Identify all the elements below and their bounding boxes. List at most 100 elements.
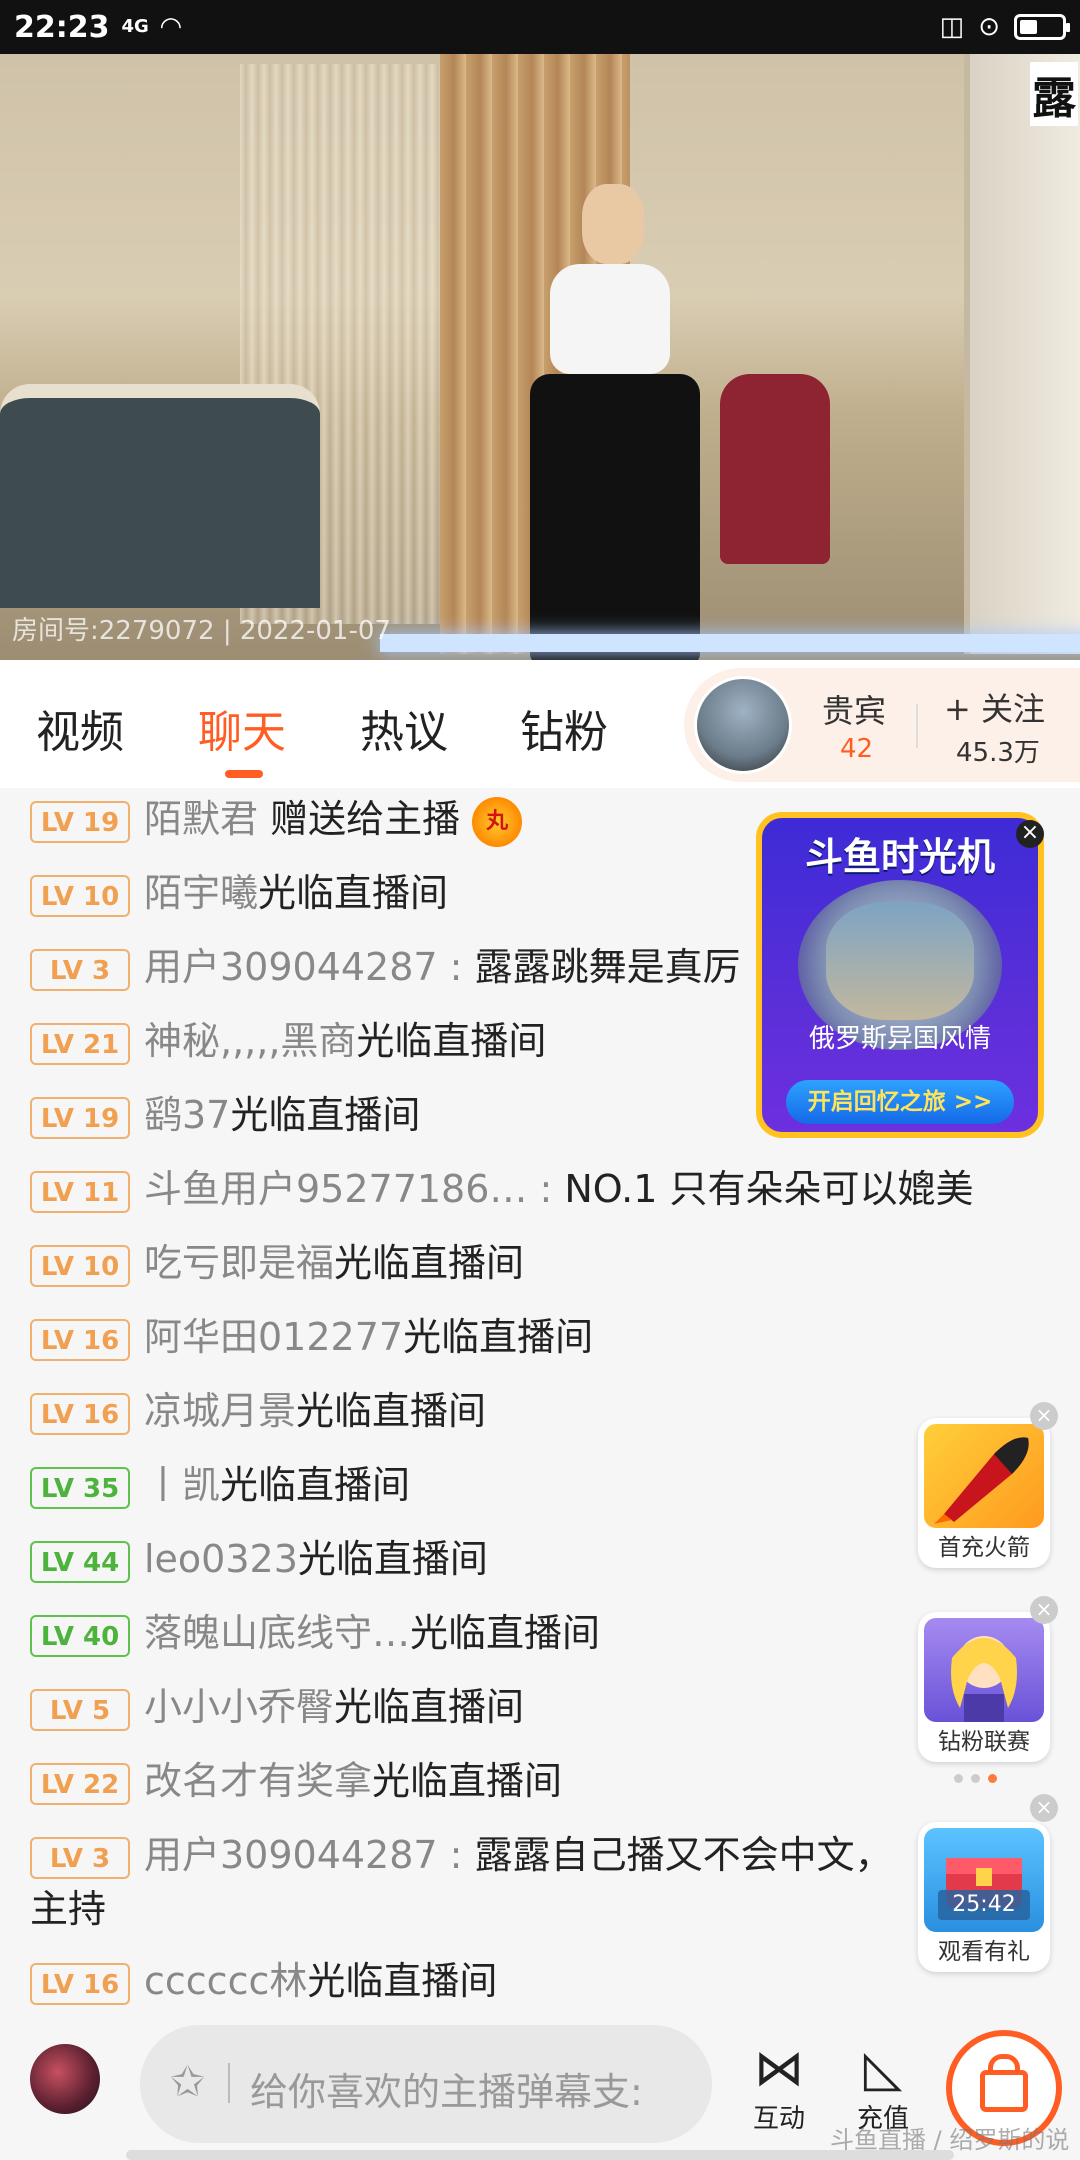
chat-message[interactable]: LV 5 小小小乔臀光临直播间	[30, 1676, 524, 1731]
carousel-dots	[954, 1774, 997, 1783]
chat-text: 光临直播间	[334, 1241, 525, 1285]
chat-username[interactable]: 阿华田012277	[144, 1315, 403, 1359]
level-badge: LV 16	[30, 1318, 130, 1361]
video-player[interactable]: 露 房间号:2279072 | 2022-01-07	[0, 54, 1080, 660]
streamer-figure	[520, 184, 700, 660]
side-item-first-charge-rocket[interactable]: 首充火箭	[918, 1418, 1050, 1568]
scene-floor-light	[380, 634, 1080, 652]
chat-username[interactable]: 用户309044287 :	[144, 945, 462, 989]
chat-message[interactable]: LV 21 神秘,,,,,黑商光临直播间	[30, 1010, 546, 1065]
chat-message[interactable]: LV 16 阿华田012277光临直播间	[30, 1306, 593, 1361]
chat-username[interactable]: 陌默君	[144, 797, 258, 841]
vip-label[interactable]: 贵宾	[822, 686, 886, 732]
chat-username[interactable]: 陌宇曦	[144, 871, 258, 915]
battery-icon	[1014, 14, 1070, 40]
chat-message[interactable]: LV 10 陌宇曦光临直播间	[30, 862, 448, 917]
chat-text: NO.1 只有朵朵可以媲美	[552, 1167, 974, 1211]
charge-icon: ◺	[863, 2039, 903, 2097]
chat-message[interactable]: LV 35 丨凯光临直播间	[30, 1454, 410, 1509]
chat-message[interactable]: LV 22 改名才有奖拿光临直播间	[30, 1750, 562, 1805]
time-machine-ad[interactable]: 斗鱼时光机 俄罗斯异国风情 开启回忆之旅 >>	[756, 812, 1044, 1138]
close-icon[interactable]: ×	[1030, 1596, 1058, 1624]
chat-username[interactable]: cccccc林	[144, 1959, 307, 2003]
level-badge: LV 44	[30, 1540, 130, 1583]
chat-text: 光临直播间	[258, 871, 449, 915]
chat-username[interactable]: 小小小乔臀	[144, 1685, 334, 1729]
scene-chair	[720, 374, 830, 564]
follow-button[interactable]: + 关注	[944, 684, 1045, 730]
level-badge: LV 3	[30, 948, 130, 991]
danmaku-input[interactable]: ✩ 给你喜欢的主播弹幕支:	[140, 2025, 712, 2143]
interact-label: 互动	[752, 2104, 805, 2134]
tab-discussion[interactable]: 热议	[360, 696, 448, 760]
chat-username[interactable]: 凉城月景	[144, 1389, 296, 1433]
chat-message[interactable]: LV 16 cccccc林光临直播间	[30, 1950, 497, 2005]
host-card: 贵宾 42 + 关注 45.3万	[684, 668, 1080, 782]
tab-chat[interactable]: 聊天	[198, 696, 286, 760]
level-badge: LV 16	[30, 1392, 130, 1435]
scene-arch	[964, 54, 1080, 654]
chat-message[interactable]: LV 11 斗鱼用户95277186… : NO.1 只有朵朵可以媲美	[30, 1158, 974, 1213]
chat-message[interactable]: LV 16 凉城月景光临直播间	[30, 1380, 486, 1435]
chat-username[interactable]: 改名才有奖拿	[144, 1759, 372, 1803]
chat-text: 光临直播间	[334, 1685, 525, 1729]
chat-message[interactable]: LV 19 陌默君 赠送给主播丸	[30, 790, 523, 847]
tab-diamond-fans[interactable]: 钻粉	[520, 696, 608, 760]
chat-text: 光临直播间	[410, 1611, 601, 1655]
chat-text: 露露自己播又不会中文，	[462, 1833, 893, 1877]
chat-message[interactable]: LV 3 用户309044287 : 露露自己播又不会中文，	[30, 1824, 893, 1879]
level-badge: LV 21	[30, 1022, 130, 1065]
chat-username[interactable]: 神秘,,,,,黑商	[144, 1019, 356, 1063]
chat-username[interactable]: 落魄山底线守…	[144, 1611, 410, 1655]
chat-text: 赠送给主播	[258, 797, 461, 841]
chat-text: 光临直播间	[220, 1463, 411, 1507]
follower-count: 45.3万	[956, 738, 1040, 768]
side-item-label: 观看有礼	[938, 1939, 1030, 1965]
ad-thumbnail	[826, 902, 974, 1020]
side-item-diamond-league[interactable]: 钻粉联赛	[918, 1612, 1050, 1762]
host-avatar[interactable]	[694, 676, 792, 774]
close-icon[interactable]: ×	[1030, 1794, 1058, 1822]
clock: 22:23	[14, 9, 110, 45]
navigation-handle[interactable]	[126, 2150, 954, 2160]
chat-message[interactable]: LV 19 鹞37光临直播间	[30, 1084, 420, 1139]
chat-username[interactable]: 吃亏即是福	[144, 1241, 334, 1285]
countdown-timer: 25:42	[938, 1890, 1030, 1920]
level-badge: LV 16	[30, 1962, 130, 2005]
level-badge: LV 3	[30, 1836, 130, 1879]
chat-username[interactable]: 丨凯	[144, 1463, 220, 1507]
gift-icon: 丸	[472, 796, 523, 847]
close-icon[interactable]: ×	[1030, 1402, 1058, 1430]
character-icon	[924, 1618, 1044, 1722]
vibrate-icon: ◫	[939, 12, 965, 42]
emoji-icon[interactable]: ✩	[170, 2061, 205, 2103]
wifi-icon: ◠	[160, 12, 181, 42]
network-indicator: 4G	[121, 16, 149, 37]
chat-message[interactable]: LV 10 吃亏即是福光临直播间	[30, 1232, 524, 1287]
chat-text: 光临直播间	[230, 1093, 421, 1137]
chat-text-continuation: 主持	[30, 1887, 107, 1931]
level-badge: LV 19	[30, 800, 130, 843]
chat-text: 光临直播间	[297, 1537, 488, 1581]
level-badge: LV 22	[30, 1762, 130, 1805]
chat-message[interactable]: LV 3 用户309044287 : 露露跳舞是真厉	[30, 936, 741, 991]
chat-text: 光临直播间	[372, 1759, 563, 1803]
level-badge: LV 10	[30, 874, 130, 917]
interact-button[interactable]: ⋈ 互动	[734, 2038, 824, 2135]
chat-username[interactable]: 用户309044287 :	[144, 1833, 462, 1877]
chat-message[interactable]: LV 44 leo0323光临直播间	[30, 1528, 488, 1583]
chat-username[interactable]: 鹞37	[144, 1093, 230, 1137]
chat-message[interactable]: LV 40 落魄山底线守…光临直播间	[30, 1602, 600, 1657]
chat-username[interactable]: leo0323	[144, 1537, 298, 1581]
ad-caption: 俄罗斯异国风情	[808, 1024, 991, 1054]
user-avatar[interactable]	[30, 2044, 100, 2114]
side-item-watch-reward[interactable]: 25:42 观看有礼	[918, 1822, 1050, 1972]
chat-username[interactable]: 斗鱼用户95277186… :	[144, 1167, 552, 1211]
close-icon[interactable]: ×	[1016, 820, 1044, 848]
ad-title: 斗鱼时光机	[804, 835, 995, 879]
side-item-label: 首充火箭	[938, 1535, 1030, 1561]
level-badge: LV 10	[30, 1244, 130, 1287]
ad-open-button[interactable]: 开启回忆之旅 >>	[786, 1080, 1014, 1124]
tab-video[interactable]: 视频	[36, 696, 124, 760]
level-badge: LV 40	[30, 1614, 130, 1657]
